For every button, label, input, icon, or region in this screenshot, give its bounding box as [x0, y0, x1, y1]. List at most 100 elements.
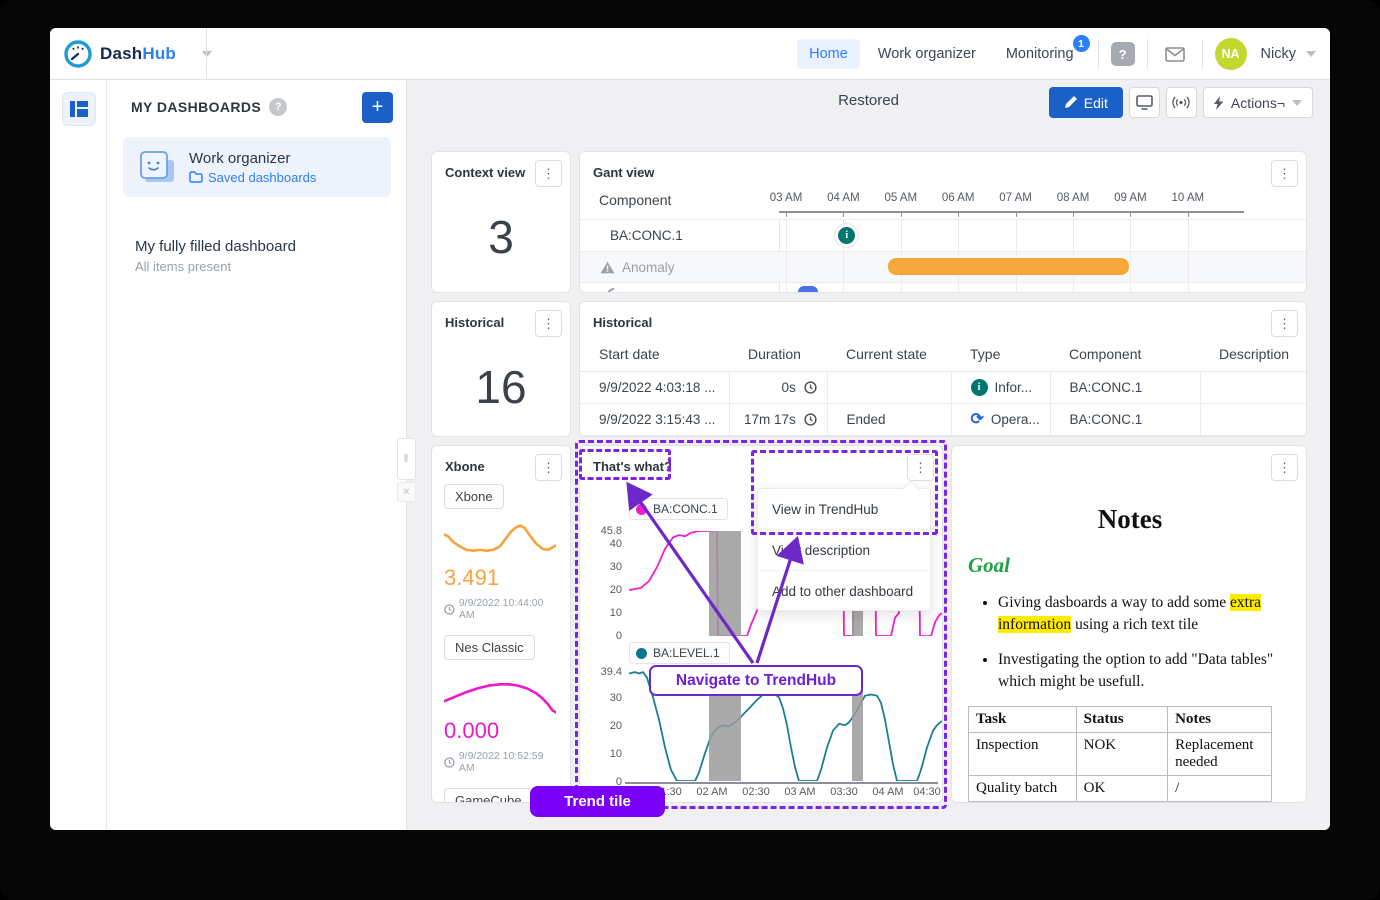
info-icon: i	[971, 379, 988, 396]
dashboard-item-work-organizer[interactable]: Work organizer Saved dashboards	[123, 137, 391, 197]
notes-col-status: Status	[1076, 706, 1168, 732]
notes-heading: Notes	[968, 504, 1292, 535]
help-icon[interactable]: ?	[1111, 42, 1135, 66]
tile-title: Gant view	[593, 165, 654, 180]
historical-table: Start date Duration Current state Type C…	[580, 338, 1307, 436]
nav-tab-home[interactable]: Home	[797, 39, 860, 69]
menu-item-add-to-other-dashboard[interactable]: Add to other dashboard	[758, 571, 930, 612]
chip-nes-classic[interactable]: Nes Classic	[444, 635, 535, 660]
brand[interactable]: DashHub	[64, 28, 212, 80]
value-nes-classic: 0.000	[444, 718, 560, 744]
folder-face-icon	[135, 148, 177, 186]
live-broadcast-button[interactable]	[1166, 87, 1197, 118]
present-button[interactable]	[1129, 87, 1160, 118]
notes-table: Task Status Notes InspectionNOKReplaceme…	[968, 706, 1272, 802]
mail-icon[interactable]	[1160, 39, 1190, 69]
dashboard-item-fully-filled[interactable]: My fully filled dashboard All items pres…	[123, 228, 391, 284]
divider	[1098, 39, 1099, 69]
gantt-row-partial[interactable]	[580, 282, 1306, 293]
tile-menu-button[interactable]: ⋮	[1271, 310, 1298, 337]
nav-tab-work-organizer[interactable]: Work organizer	[866, 39, 988, 69]
user-chevron-down-icon[interactable]	[1306, 51, 1316, 57]
partial-event-pill[interactable]	[798, 286, 818, 293]
tile-title: Context view	[445, 165, 525, 180]
tile-trend: That's what? ⋮ BA:CONC.1 45.8 40 30 20 1…	[579, 445, 943, 803]
trend-tile-button[interactable]: Trend tile	[530, 786, 665, 817]
edit-button[interactable]: Edit	[1049, 87, 1123, 118]
tile-menu-button[interactable]: ⋮	[907, 454, 934, 481]
monitoring-badge: 1	[1073, 35, 1090, 52]
context-count: 3	[432, 210, 570, 264]
ytick: 30	[582, 561, 622, 573]
dashboards-panel-toggle[interactable]	[62, 92, 96, 126]
notes-bullet-list: Giving dasboards a way to add some extra…	[998, 592, 1292, 694]
chip-gamecube[interactable]: GameCube	[444, 788, 532, 803]
gantt-hour-label: 03 AM	[761, 192, 811, 204]
legend-dot-icon	[636, 648, 647, 659]
tile-menu-button[interactable]: ⋮	[535, 160, 562, 187]
legend-dot-icon	[636, 504, 647, 515]
sparkline-xbone	[444, 519, 556, 563]
trend-tile-surface: That's what? ⋮ BA:CONC.1 45.8 40 30 20 1…	[580, 446, 942, 802]
tile-notes: ⋮ Notes Goal Giving dasboards a way to a…	[951, 445, 1307, 803]
nav-tab-monitoring[interactable]: Monitoring1	[994, 39, 1086, 69]
gantt-hour-label: 05 AM	[876, 192, 926, 204]
tile-historical-table: Historical ⋮ Start date Duration Current…	[579, 301, 1307, 437]
timestamp: 9/9/2022 10:52:59 AM	[444, 750, 560, 774]
gantt-component-header: Component	[599, 192, 671, 208]
xtick: 03 AM	[780, 786, 820, 798]
dashboard-subtitle: All items present	[135, 259, 379, 274]
ytick: 40	[582, 538, 622, 550]
actions-chevron-down-icon	[1292, 100, 1302, 106]
top-navbar: DashHub Home Work organizer Monitoring1 …	[50, 28, 1330, 80]
panel-help-icon[interactable]: ?	[269, 98, 287, 116]
add-dashboard-button[interactable]: +	[362, 92, 393, 123]
table-row[interactable]: 9/9/2022 4:03:18 ... 0s iInfor... BA:CON…	[580, 372, 1307, 404]
ytick: 20	[582, 720, 622, 732]
tile-title: That's what?	[593, 459, 672, 474]
table-row[interactable]: 9/9/2022 3:15:43 ... 17m 17s Ended ⟳Oper…	[580, 404, 1307, 436]
xtick: 02 AM	[692, 786, 732, 798]
dashhub-logo-icon	[64, 40, 92, 68]
chip-xbone[interactable]: Xbone	[444, 484, 504, 509]
gantt-row-component[interactable]: BA:CONC.1	[580, 219, 1306, 251]
pencil-icon	[1064, 96, 1077, 109]
panel-splitter[interactable]: ‖ ✕	[397, 438, 416, 502]
splitter-close-icon[interactable]: ✕	[397, 482, 416, 502]
menu-item-view-in-trendhub[interactable]: View in TrendHub	[758, 489, 930, 530]
col-duration: Duration	[729, 338, 827, 372]
tile-menu-button[interactable]: ⋮	[535, 310, 562, 337]
navbar-divider	[206, 28, 207, 80]
gantt-hour-label: 06 AM	[933, 192, 983, 204]
tile-menu-button[interactable]: ⋮	[535, 454, 562, 481]
anomaly-bar[interactable]	[888, 258, 1129, 275]
tile-menu-button[interactable]: ⋮	[1271, 454, 1298, 481]
divider	[1202, 39, 1203, 69]
gantt-hour-label: 09 AM	[1105, 192, 1155, 204]
actions-button[interactable]: Actions¬	[1203, 87, 1313, 118]
table-row: Quality batchOK/	[969, 775, 1272, 801]
broadcast-icon	[1172, 96, 1190, 109]
warning-triangle-icon	[600, 261, 615, 274]
clock-icon	[804, 381, 817, 394]
tile-context-menu: View in TrendHub View description Add to…	[757, 488, 931, 611]
col-component: Component	[1050, 338, 1200, 372]
ytick: 39.4	[582, 666, 622, 678]
tile-historical-count: Historical ⋮ 16	[431, 301, 571, 437]
gantt-hour-label: 08 AM	[1048, 192, 1098, 204]
operation-icon	[606, 287, 622, 293]
lightning-icon	[1214, 96, 1224, 110]
col-start-date: Start date	[580, 338, 729, 372]
col-current-state: Current state	[827, 338, 951, 372]
menu-item-view-description[interactable]: View description	[758, 530, 930, 571]
brand-chevron-down-icon[interactable]	[202, 51, 212, 57]
avatar[interactable]: NA	[1215, 38, 1247, 70]
screen: DashHub Home Work organizer Monitoring1 …	[0, 0, 1380, 900]
col-description: Description	[1200, 338, 1307, 372]
tile-title: Historical	[445, 315, 504, 330]
historical-count: 16	[432, 360, 570, 414]
panel-title: MY DASHBOARDS	[131, 99, 261, 115]
ytick: 20	[582, 584, 622, 596]
tile-menu-button[interactable]: ⋮	[1271, 160, 1298, 187]
splitter-handle-icon[interactable]: ‖	[397, 438, 416, 480]
